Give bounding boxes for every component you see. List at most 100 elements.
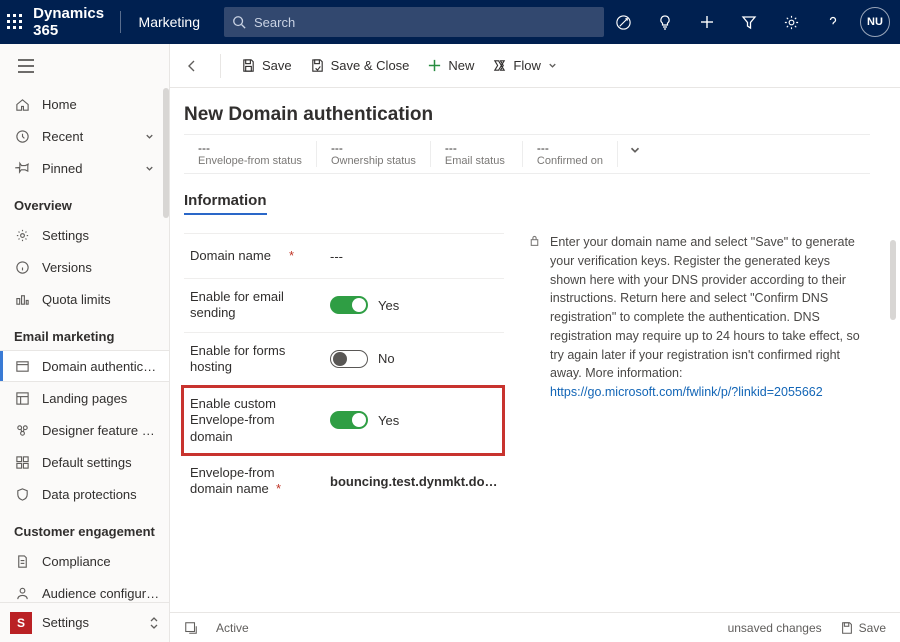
chevron-down-icon: [144, 163, 155, 174]
field-value: bouncing.test.dynmkt.do…: [330, 474, 498, 489]
nav-label: Recent: [42, 129, 83, 144]
sidebar-scrollbar[interactable]: [163, 88, 169, 218]
pin-icon: [14, 160, 30, 176]
nav-label: Data protections: [42, 487, 137, 502]
divider: [220, 54, 221, 78]
toggle-label: Yes: [378, 298, 399, 313]
nav-label: Designer feature …: [42, 423, 155, 438]
field-enable-email[interactable]: Enable for email sending Yes: [184, 279, 504, 333]
popout-icon[interactable]: [184, 621, 198, 635]
status-email[interactable]: --- Email status: [431, 141, 523, 167]
plus-icon[interactable]: [688, 0, 726, 44]
main-region: Home Recent Pinned Overview Settings Ver…: [0, 44, 900, 642]
nav-label: Landing pages: [42, 391, 127, 406]
status-ownership[interactable]: --- Ownership status: [317, 141, 431, 167]
status-label: Ownership status: [331, 155, 416, 167]
search-box[interactable]: [224, 7, 604, 37]
nav-quota[interactable]: Quota limits: [0, 283, 169, 315]
field-label: Enable custom Envelope-from domain: [190, 396, 320, 445]
nav-label: Domain authentic…: [42, 359, 156, 374]
top-bar: Dynamics 365 Marketing NU: [0, 0, 900, 44]
toggle-enable-forms[interactable]: [330, 350, 368, 368]
nav-label: Settings: [42, 228, 89, 243]
updown-icon: [149, 616, 159, 630]
info-link[interactable]: https://go.microsoft.com/fwlink/p/?linki…: [550, 385, 823, 399]
quota-icon: [14, 291, 30, 307]
save-icon: [241, 58, 256, 73]
sidebar-scroll: Home Recent Pinned Overview Settings Ver…: [0, 88, 169, 602]
flow-button[interactable]: Flow: [492, 58, 557, 73]
status-envelope[interactable]: --- Envelope-from status: [184, 141, 317, 167]
nav-pinned[interactable]: Pinned: [0, 152, 169, 184]
info-text: Enter your domain name and select "Save"…: [550, 233, 866, 402]
nav-audience[interactable]: Audience configur…: [0, 577, 169, 602]
target-icon[interactable]: [604, 0, 642, 44]
nav-label: Versions: [42, 260, 92, 275]
nav-landing[interactable]: Landing pages: [0, 382, 169, 414]
nav-home[interactable]: Home: [0, 88, 169, 120]
field-enable-forms[interactable]: Enable for forms hosting No: [184, 333, 504, 387]
field-domain-name[interactable]: Domain name * ---: [184, 233, 504, 279]
cmd-label: New: [448, 58, 474, 73]
two-column: Domain name * --- Enable for email sendi…: [184, 233, 870, 507]
nav-label: Audience configur…: [42, 586, 159, 601]
nav-defaults[interactable]: Default settings: [0, 446, 169, 478]
area-tile: S: [10, 612, 32, 634]
save-button[interactable]: Save: [241, 58, 292, 73]
hamburger-button[interactable]: [18, 59, 36, 73]
toggle-wrap: Yes: [330, 296, 399, 314]
page-title: New Domain authentication: [184, 104, 870, 126]
app-launcher-button[interactable]: [6, 0, 23, 44]
group-email: Email marketing: [0, 315, 169, 350]
content: Save Save & Close New Flow New Domain au…: [170, 44, 900, 642]
area-switcher[interactable]: S Settings: [0, 602, 169, 642]
field-label: Enable for forms hosting: [190, 343, 320, 376]
footer-save-label: Save: [859, 621, 886, 635]
nav-versions[interactable]: Versions: [0, 251, 169, 283]
field-label: Envelope-from domain name *: [190, 465, 320, 498]
toggle-label: No: [378, 351, 395, 366]
field-envelope-domain[interactable]: Envelope-from domain name * bouncing.tes…: [184, 455, 504, 508]
toggle-enable-custom-envelope[interactable]: [330, 411, 368, 429]
highlight-box: Enable custom Envelope-from domain Yes: [181, 385, 505, 456]
nav-label: Compliance: [42, 554, 111, 569]
unsaved-label: unsaved changes: [728, 621, 822, 635]
status-label: Confirmed on: [537, 155, 603, 167]
shield-icon: [14, 486, 30, 502]
search-input[interactable]: [252, 14, 596, 31]
landing-icon: [14, 390, 30, 406]
status-expand[interactable]: [618, 141, 652, 159]
home-icon: [14, 96, 30, 112]
nav-designer[interactable]: Designer feature …: [0, 414, 169, 446]
cmd-label: Save: [262, 58, 292, 73]
nav-domain-auth[interactable]: Domain authentic…: [0, 350, 169, 382]
toggle-enable-email[interactable]: [330, 296, 368, 314]
back-button[interactable]: [184, 58, 200, 74]
toggle-label: Yes: [378, 413, 399, 428]
nav-compliance[interactable]: Compliance: [0, 545, 169, 577]
nav-label: Quota limits: [42, 292, 111, 307]
new-button[interactable]: New: [427, 58, 474, 73]
status-value: ---: [537, 141, 603, 155]
tab-information[interactable]: Information: [184, 192, 267, 215]
nav-data-protection[interactable]: Data protections: [0, 478, 169, 510]
filter-icon[interactable]: [730, 0, 768, 44]
layout-icon: [14, 454, 30, 470]
gear-icon[interactable]: [772, 0, 810, 44]
group-overview: Overview: [0, 184, 169, 219]
save-close-button[interactable]: Save & Close: [310, 58, 410, 73]
brand-label[interactable]: Dynamics 365: [23, 5, 114, 39]
lightbulb-icon[interactable]: [646, 0, 684, 44]
footer-save-button[interactable]: Save: [840, 621, 886, 635]
area-label: Settings: [42, 615, 139, 630]
nav-recent[interactable]: Recent: [0, 120, 169, 152]
sidebar-header: [0, 44, 169, 88]
status-confirmed[interactable]: --- Confirmed on: [523, 141, 618, 167]
avatar[interactable]: NU: [860, 7, 890, 37]
page: New Domain authentication --- Envelope-f…: [170, 88, 900, 612]
module-label[interactable]: Marketing: [127, 14, 212, 30]
nav-settings[interactable]: Settings: [0, 219, 169, 251]
help-icon[interactable]: [814, 0, 852, 44]
command-bar: Save Save & Close New Flow: [170, 44, 900, 88]
content-scrollbar[interactable]: [890, 240, 896, 320]
